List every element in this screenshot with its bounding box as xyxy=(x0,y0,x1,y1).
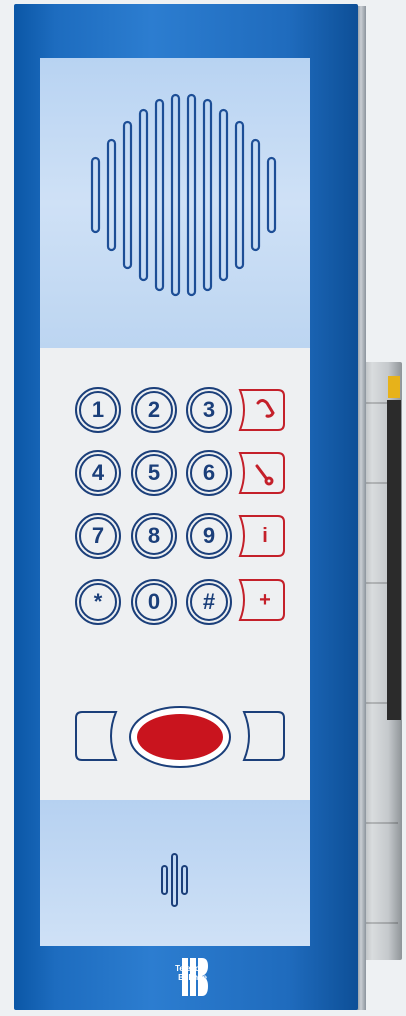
brand-logo-mark xyxy=(182,958,208,996)
microphone-grille xyxy=(161,853,188,907)
